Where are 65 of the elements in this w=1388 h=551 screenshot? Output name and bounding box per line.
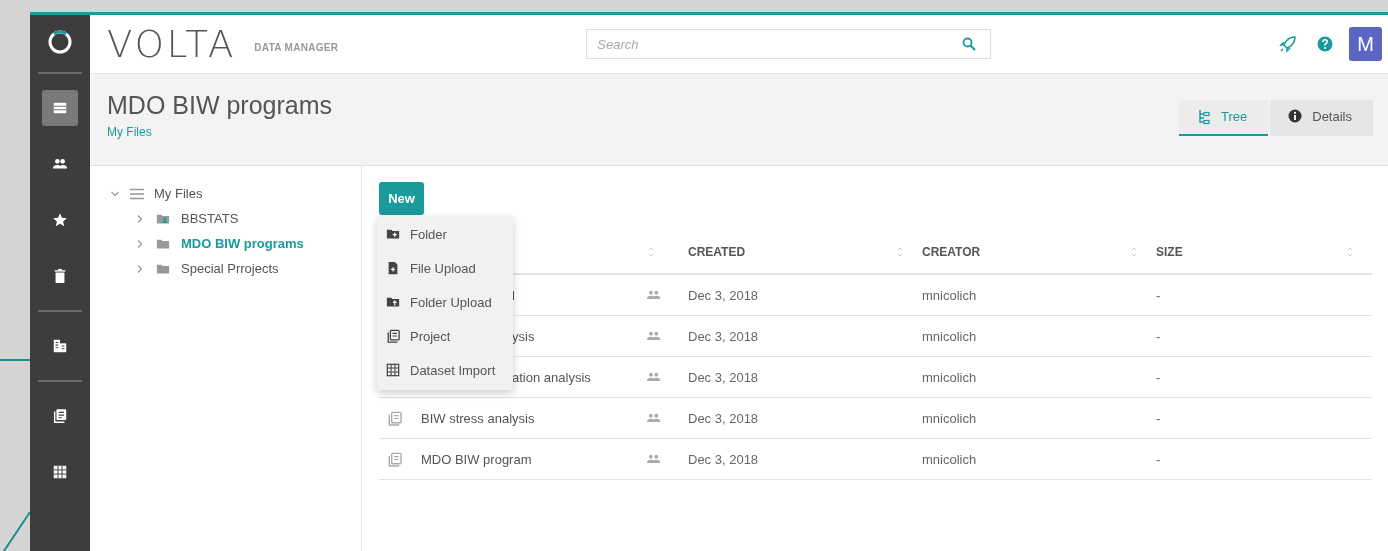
table-cell: Dec 3, 2018 xyxy=(688,410,759,426)
tree-item[interactable]: My Files xyxy=(154,186,203,201)
people-icon xyxy=(647,454,661,464)
stacked-pages-icon xyxy=(386,329,400,343)
stacked-pages-icon xyxy=(387,451,402,467)
table-cell: - xyxy=(1156,410,1161,426)
list-icon xyxy=(52,100,68,116)
people-icon xyxy=(647,413,661,423)
tree-item[interactable]: BBSTATS xyxy=(181,211,239,226)
tree-icon xyxy=(1197,108,1211,125)
table-cell: mnicolich xyxy=(922,369,977,385)
logo-text: VOLTA xyxy=(107,22,237,66)
trash-icon xyxy=(52,268,68,284)
table-cell: - xyxy=(1156,369,1161,385)
stacked-pages-icon xyxy=(387,410,402,426)
file-name[interactable]: MDO BIW program xyxy=(421,451,532,467)
table-cell: mnicolich xyxy=(922,328,977,344)
table-cell: mnicolich xyxy=(922,410,977,426)
file-name[interactable]: ation analysis xyxy=(512,369,591,385)
column-header[interactable]: CREATED xyxy=(688,244,746,259)
column-header[interactable]: SIZE xyxy=(1156,244,1183,259)
people-icon xyxy=(647,331,661,341)
user-avatar[interactable]: M xyxy=(1349,27,1382,61)
tree-item[interactable]: Special Prrojects xyxy=(181,261,279,276)
table-cell: mnicolich xyxy=(922,451,977,467)
help-icon[interactable] xyxy=(1317,36,1333,52)
file-name[interactable]: BIW stress analysis xyxy=(421,410,535,426)
file-name[interactable]: l xyxy=(512,287,515,303)
grid-icon xyxy=(386,363,400,377)
info-icon xyxy=(1288,108,1303,125)
table-cell: Dec 3, 2018 xyxy=(688,328,759,344)
table-cell: - xyxy=(1156,328,1161,344)
people-icon xyxy=(647,372,661,382)
app-subtitle: DATA MANAGER xyxy=(254,41,339,53)
menu-item[interactable]: Project xyxy=(377,319,513,353)
grid-icon xyxy=(52,464,68,480)
folder-upload-icon xyxy=(386,295,400,309)
page-title: MDO BIW programs xyxy=(107,90,333,120)
folder-plus-icon xyxy=(386,227,400,241)
table-cell: Dec 3, 2018 xyxy=(688,451,759,467)
column-header[interactable]: CREATOR xyxy=(922,244,981,259)
menu-item[interactable]: Folder Upload xyxy=(377,285,513,319)
menu-item[interactable]: File Upload xyxy=(377,251,513,285)
ring-logo-icon[interactable] xyxy=(47,29,73,55)
table-cell: - xyxy=(1156,287,1161,303)
search-field[interactable]: Search xyxy=(586,29,992,59)
file-name[interactable]: ysis xyxy=(512,328,535,344)
search-icon xyxy=(962,37,977,51)
table-cell: Dec 3, 2018 xyxy=(688,369,759,385)
table-cell: Dec 3, 2018 xyxy=(688,287,759,303)
star-icon xyxy=(52,212,68,228)
stacked-pages-icon xyxy=(52,408,68,424)
table-cell: - xyxy=(1156,451,1161,467)
chevron-right-icon[interactable] xyxy=(135,213,145,224)
people-icon xyxy=(647,290,661,300)
buildings-icon xyxy=(52,338,68,354)
chevron-right-icon[interactable] xyxy=(135,238,145,249)
chevron-right-icon[interactable] xyxy=(135,263,145,274)
menu-item[interactable]: Dataset Import xyxy=(377,353,513,387)
list-icon xyxy=(130,187,144,200)
table-cell: mnicolich xyxy=(922,287,977,303)
file-icon xyxy=(386,261,400,275)
view-tab[interactable]: Details xyxy=(1270,99,1373,136)
rocket-icon[interactable] xyxy=(1279,35,1297,53)
menu-item[interactable]: Folder xyxy=(377,217,513,251)
